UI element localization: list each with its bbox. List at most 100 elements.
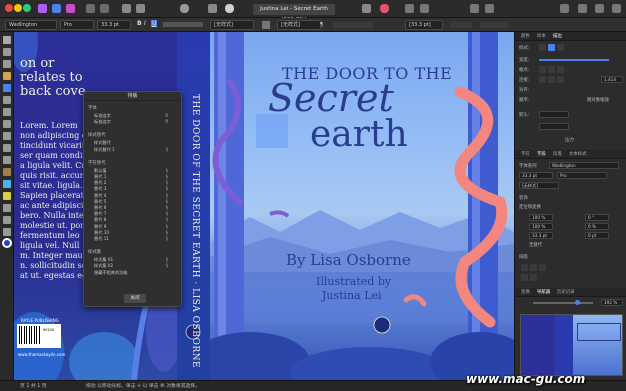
insert-icon[interactable] <box>560 4 569 13</box>
zoom-slider[interactable] <box>533 302 593 304</box>
glyph-option-row[interactable]: 替代 9 § <box>94 224 174 230</box>
preview-mode-icon[interactable] <box>136 4 145 13</box>
pencil-tool-icon[interactable] <box>3 108 11 116</box>
affinity-publisher-icon[interactable] <box>38 4 47 13</box>
font-name-field[interactable]: Wadlington <box>549 162 619 169</box>
close-button[interactable]: 关闭 <box>124 294 146 303</box>
miter-join-icon[interactable] <box>539 76 546 83</box>
kerning-field[interactable]: 0 pt <box>585 232 609 239</box>
transparency-tool-icon[interactable] <box>3 192 11 200</box>
tab-stroke[interactable]: 描边 <box>553 32 562 41</box>
zoom-tool-icon[interactable] <box>3 228 11 236</box>
char-style-field[interactable]: [无样式] <box>519 182 559 189</box>
tab-swatches[interactable]: 样本 <box>537 32 546 41</box>
arrow-start-field[interactable] <box>539 111 569 118</box>
character-style-field[interactable]: [无样式] <box>277 20 321 30</box>
typography-btn-3[interactable] <box>539 264 546 271</box>
zoom-window-icon[interactable] <box>23 4 31 12</box>
font-style-field[interactable]: Pro <box>60 20 94 30</box>
view-mode-icon[interactable] <box>225 4 234 13</box>
tab-fields[interactable]: 字段 <box>537 150 546 159</box>
settings-icon[interactable] <box>578 4 587 13</box>
arrange-icon[interactable] <box>405 4 414 13</box>
stroke-dash-icon[interactable] <box>557 44 564 51</box>
glyph-option-row[interactable]: 替代 3 § <box>94 186 174 192</box>
glyph-section-header[interactable]: 字符替代 <box>88 160 106 166</box>
leading-field[interactable]: [33.3 pt] <box>405 20 443 30</box>
designer-persona-icon[interactable] <box>52 4 61 13</box>
align-icon[interactable] <box>362 4 371 13</box>
baseline-field[interactable]: 33.3 pt <box>529 232 553 239</box>
glyph-section-header[interactable]: 样式集 <box>88 249 101 255</box>
scale-v-field[interactable]: 100 % <box>529 223 553 230</box>
tab-transform[interactable]: 变换 <box>521 288 530 297</box>
bold-button[interactable]: B <box>137 20 142 27</box>
view-icon[interactable] <box>100 4 109 13</box>
color-picker-icon[interactable] <box>380 4 389 13</box>
stroke-solid-icon[interactable] <box>548 44 555 51</box>
text-color-swatch[interactable] <box>163 22 203 27</box>
page-indicator[interactable]: 页 1 共 1 页 <box>20 381 47 391</box>
tab-color[interactable]: 颜色 <box>521 32 530 41</box>
zoom-slider-thumb[interactable] <box>575 300 580 305</box>
font-size-field[interactable]: 33.3 pt <box>519 172 553 179</box>
font-size-field[interactable]: 33.3 pt <box>97 20 131 30</box>
frame-buttons[interactable] <box>480 22 508 28</box>
photo-persona-icon[interactable] <box>66 4 75 13</box>
navigator-thumbnail[interactable] <box>520 314 623 376</box>
glyph-section-header[interactable]: 字体 <box>88 105 97 111</box>
move-tool-icon[interactable] <box>3 36 11 44</box>
arrow-end-field[interactable] <box>539 123 569 130</box>
zoom-field[interactable]: 192 % <box>601 299 623 306</box>
butt-cap-icon[interactable] <box>539 66 546 73</box>
font-style-field[interactable]: Pro <box>557 172 607 179</box>
shear-field[interactable]: 0 ° <box>585 214 609 221</box>
tab-history[interactable]: 历史记录 <box>557 288 575 297</box>
glyph-option-row[interactable]: 替代 2 § <box>94 180 174 186</box>
miter-field[interactable]: 1.414 <box>601 76 623 83</box>
width-slider[interactable] <box>539 59 609 61</box>
tab-navigator[interactable]: 导航器 <box>537 288 550 297</box>
alignment-buttons[interactable] <box>333 22 373 28</box>
minimize-window-icon[interactable] <box>14 4 22 12</box>
scale-h-field[interactable]: 100 % <box>529 214 553 221</box>
ellipse-tool-icon[interactable] <box>3 132 11 140</box>
paragraph-mark-icon[interactable]: ¶ <box>320 22 323 28</box>
rectangle-tool-icon[interactable] <box>3 120 11 128</box>
glyph-option-row[interactable]: 替代 6 § <box>94 205 174 211</box>
fill-stroke-swatch-icon[interactable] <box>2 238 12 248</box>
typography-btn-4[interactable] <box>521 274 528 281</box>
typography-btn-2[interactable] <box>530 264 537 271</box>
artistic-text-tool-icon[interactable] <box>3 84 11 92</box>
tab-paragraph[interactable]: 段落 <box>553 150 562 159</box>
glyph-option-row[interactable]: 替代 11 § <box>94 236 174 242</box>
glyph-option-row[interactable]: 样式集 02 § <box>94 263 174 269</box>
glyph-section-header[interactable]: 样式替代 <box>88 132 106 138</box>
italic-button[interactable]: I <box>144 20 146 27</box>
typography-btn-1[interactable] <box>521 264 528 271</box>
paragraph-style-field[interactable]: [无样式] <box>210 20 254 30</box>
distribute-icon[interactable] <box>420 4 429 13</box>
typography-btn-5[interactable] <box>530 274 537 281</box>
glyph-option-row[interactable]: 标准连字 ﬂ <box>94 119 174 125</box>
picture-frame-tool-icon[interactable] <box>3 168 11 176</box>
square-cap-icon[interactable] <box>557 66 564 73</box>
crop-tool-icon[interactable] <box>3 156 11 164</box>
paragraph-style-icon[interactable] <box>262 21 270 29</box>
glyph-option-row[interactable]: 样式替代 1 § <box>94 147 174 153</box>
close-window-icon[interactable] <box>5 4 13 12</box>
glyph-option-row[interactable]: 隐藏不相关的功能 <box>94 270 174 276</box>
glyph-option-row[interactable]: 替代 7 § <box>94 211 174 217</box>
export-icon[interactable] <box>612 4 621 13</box>
round-cap-icon[interactable] <box>548 66 555 73</box>
round-join-icon[interactable] <box>548 76 555 83</box>
glyph-option-row[interactable]: 默认值 § <box>94 168 174 174</box>
stroke-none-icon[interactable] <box>539 44 546 51</box>
table-tool-icon[interactable] <box>3 72 11 80</box>
fill-tool-icon[interactable] <box>3 180 11 188</box>
glyph-option-row[interactable]: 替代 10 § <box>94 230 174 236</box>
underline-button[interactable]: U <box>151 20 158 27</box>
node-tool-icon[interactable] <box>3 48 11 56</box>
glyph-option-row[interactable]: 替代 5 § <box>94 199 174 205</box>
document-canvas[interactable]: on or relates to back cove Lorem. Lorem … <box>14 32 514 380</box>
